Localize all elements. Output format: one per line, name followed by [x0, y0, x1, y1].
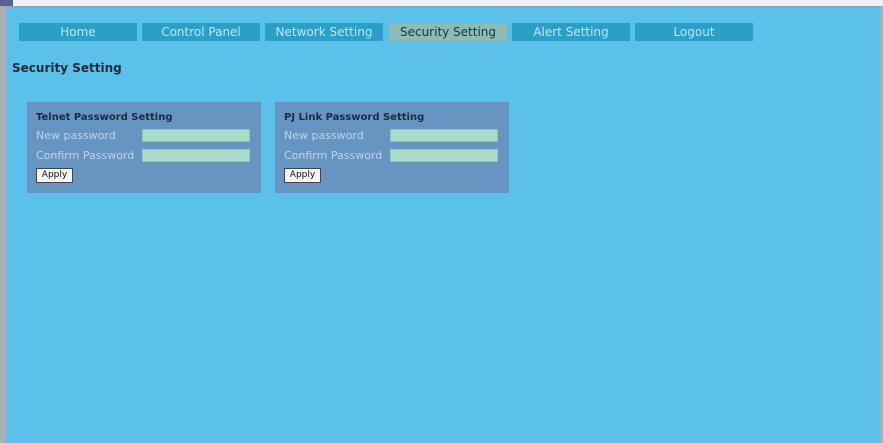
- tab-control-panel[interactable]: Control Panel: [142, 23, 260, 41]
- new-password-label: New password: [284, 129, 364, 142]
- confirm-password-label: Confirm Password: [284, 149, 383, 162]
- pjlink-new-password-field[interactable]: [390, 129, 498, 142]
- new-password-label: New password: [36, 129, 116, 142]
- content-divider: [6, 6, 880, 8]
- tab-alert-setting[interactable]: Alert Setting: [512, 23, 630, 41]
- pjlink-apply-button[interactable]: Apply: [284, 168, 321, 183]
- panel-title: PJ Link Password Setting: [284, 112, 425, 123]
- tab-logout[interactable]: Logout: [635, 23, 753, 41]
- page-title: Security Setting: [12, 61, 122, 75]
- panel-title: Telnet Password Setting: [36, 112, 173, 123]
- window-left-border: [0, 6, 6, 443]
- pjlink-confirm-password-field[interactable]: [390, 149, 498, 162]
- telnet-new-password-field[interactable]: [142, 129, 250, 142]
- tab-security-setting[interactable]: Security Setting: [389, 23, 507, 41]
- telnet-password-panel: Telnet Password Setting New password Con…: [27, 102, 261, 193]
- telnet-apply-button[interactable]: Apply: [36, 168, 73, 183]
- telnet-confirm-password-field[interactable]: [142, 149, 250, 162]
- confirm-password-label: Confirm Password: [36, 149, 135, 162]
- tab-network-setting[interactable]: Network Setting: [265, 23, 383, 41]
- pjlink-password-panel: PJ Link Password Setting New password Co…: [275, 102, 509, 193]
- tab-home[interactable]: Home: [19, 23, 137, 41]
